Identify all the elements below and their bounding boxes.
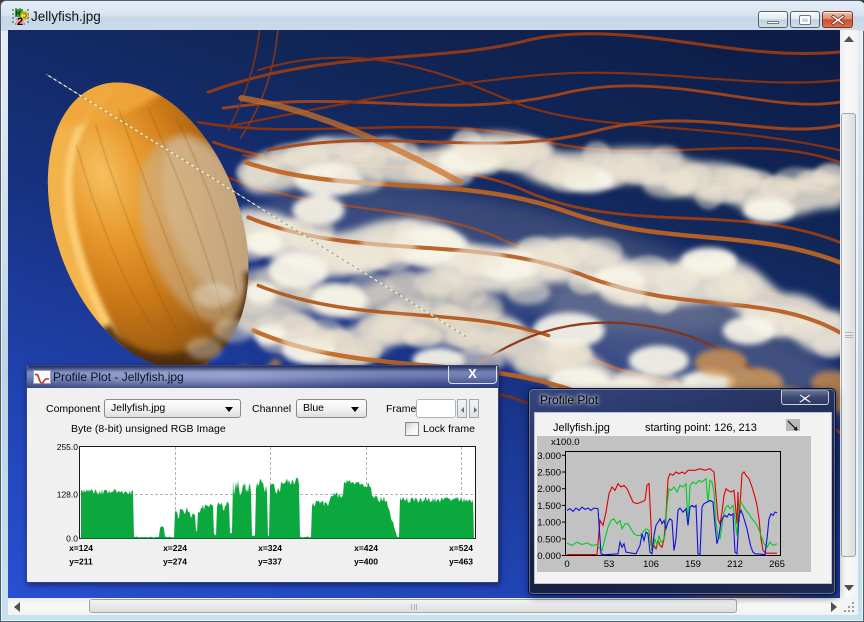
svg-text:y=211: y=211	[69, 557, 93, 567]
svg-text:265: 265	[769, 559, 785, 570]
svg-text:2: 2	[17, 16, 23, 25]
svg-text:y=400: y=400	[354, 557, 378, 567]
svg-text:159: 159	[685, 559, 701, 570]
svg-text:y=337: y=337	[258, 557, 282, 567]
svg-text:0.0: 0.0	[66, 534, 78, 544]
svg-text:0.000: 0.000	[537, 551, 561, 562]
svg-text:x=324: x=324	[258, 543, 282, 553]
svg-text:106: 106	[643, 559, 659, 570]
svg-text:0: 0	[564, 559, 569, 570]
svg-text:2.500: 2.500	[537, 468, 561, 479]
svg-text:x=224: x=224	[163, 543, 187, 553]
svg-text:x100.0: x100.0	[551, 437, 580, 448]
svg-text:255.0: 255.0	[57, 442, 79, 452]
svg-text:212: 212	[727, 559, 743, 570]
svg-text:x=424: x=424	[354, 543, 378, 553]
svg-text:0.500: 0.500	[537, 534, 561, 545]
svg-text:x=524: x=524	[449, 543, 473, 553]
svg-text:1.000: 1.000	[537, 518, 561, 529]
svg-text:y=274: y=274	[163, 557, 187, 567]
svg-text:2.000: 2.000	[537, 484, 561, 495]
svg-text:1.500: 1.500	[537, 501, 561, 512]
svg-text:3.000: 3.000	[537, 451, 561, 462]
svg-text:128.0: 128.0	[57, 490, 79, 500]
svg-text:53: 53	[604, 559, 615, 570]
svg-text:x=124: x=124	[69, 543, 93, 553]
svg-text:y=463: y=463	[449, 557, 473, 567]
